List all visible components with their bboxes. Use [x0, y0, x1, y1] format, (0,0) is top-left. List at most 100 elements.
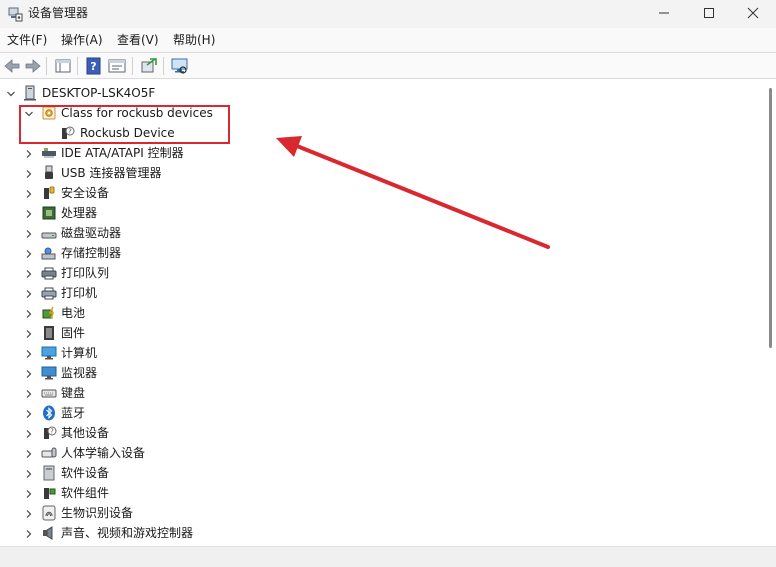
toolbar-separator — [46, 57, 47, 75]
chevron-right-icon[interactable] — [24, 188, 34, 198]
menu-bar: 文件(F) 操作(A) 查看(V) 帮助(H) — [0, 28, 776, 52]
category-label: 计算机 — [61, 346, 98, 360]
tree-category[interactable]: 监视器 — [0, 363, 760, 383]
chevron-right-icon[interactable] — [24, 368, 34, 378]
software-device-icon — [41, 465, 57, 481]
maximize-icon — [704, 8, 714, 18]
chevron-right-icon[interactable] — [24, 268, 34, 278]
category-label: USB 连接器管理器 — [61, 166, 162, 180]
print-queue-icon — [41, 265, 57, 281]
title-bar: 设备管理器 — [0, 0, 776, 28]
toolbar-separator — [77, 57, 78, 75]
tree-category[interactable]: 固件 — [0, 323, 760, 343]
chevron-right-icon[interactable] — [24, 468, 34, 478]
chevron-right-icon[interactable] — [24, 208, 34, 218]
tree-root[interactable]: DESKTOP-LSK4O5F — [0, 83, 760, 103]
tree-category[interactable]: 软件组件 — [0, 483, 760, 503]
chevron-right-icon[interactable] — [24, 388, 34, 398]
category-label: 键盘 — [61, 386, 86, 400]
help-icon: ? — [86, 57, 101, 75]
tree-category[interactable]: 键盘 — [0, 383, 760, 403]
tree-category[interactable]: 打印队列 — [0, 263, 760, 283]
category-label: 打印队列 — [61, 266, 110, 280]
close-button[interactable] — [730, 0, 776, 28]
properties-icon — [108, 59, 126, 73]
menu-file[interactable]: 文件(F) — [7, 32, 47, 48]
storage-controller-icon — [41, 245, 57, 261]
status-bar — [0, 546, 776, 567]
tree-category[interactable]: 声音、视频和游戏控制器 — [0, 523, 760, 543]
close-icon — [747, 7, 759, 19]
category-label: 软件设备 — [61, 466, 110, 480]
processor-icon — [41, 205, 57, 221]
chevron-right-icon[interactable] — [24, 148, 34, 158]
properties-button[interactable] — [107, 56, 127, 76]
chevron-right-icon[interactable] — [24, 488, 34, 498]
svg-text:?: ? — [90, 60, 96, 73]
computer-tower-icon — [22, 85, 38, 101]
bluetooth-icon — [41, 405, 57, 421]
tree-category[interactable]: 打印机 — [0, 283, 760, 303]
category-label: 生物识别设备 — [61, 506, 134, 520]
chevron-right-icon[interactable] — [24, 328, 34, 338]
chevron-right-icon[interactable] — [24, 308, 34, 318]
back-button[interactable] — [2, 56, 22, 76]
console-tree-icon — [55, 59, 71, 73]
chevron-right-icon[interactable] — [24, 428, 34, 438]
chevron-right-icon[interactable] — [24, 228, 34, 238]
root-computer-name: DESKTOP-LSK4O5F — [42, 86, 156, 100]
ide-controller-icon — [41, 145, 57, 161]
menu-view[interactable]: 查看(V) — [117, 32, 159, 48]
category-label: 磁盘驱动器 — [61, 226, 122, 240]
category-label: 蓝牙 — [61, 406, 86, 420]
chevron-right-icon[interactable] — [24, 288, 34, 298]
hid-icon — [41, 445, 57, 461]
chevron-right-icon[interactable] — [24, 248, 34, 258]
monitor-icon — [41, 365, 57, 381]
tree-category[interactable]: 蓝牙 — [0, 403, 760, 423]
tree-category[interactable]: ? 其他设备 — [0, 423, 760, 443]
software-component-icon — [41, 485, 57, 501]
chevron-right-icon[interactable] — [24, 348, 34, 358]
chevron-right-icon[interactable] — [24, 448, 34, 458]
other-devices-icon: ? — [41, 425, 57, 441]
minimize-button[interactable] — [641, 0, 687, 28]
tree-category[interactable]: 生物识别设备 — [0, 503, 760, 523]
maximize-button[interactable] — [686, 0, 732, 28]
menu-action[interactable]: 操作(A) — [61, 32, 103, 48]
battery-icon — [41, 305, 57, 321]
menu-help[interactable]: 帮助(H) — [173, 32, 215, 48]
update-driver-button[interactable] — [139, 56, 159, 76]
forward-arrow-icon — [25, 59, 41, 73]
show-hide-console-tree-button[interactable] — [53, 56, 73, 76]
category-label: IDE ATA/ATAPI 控制器 — [61, 146, 184, 160]
tree-category[interactable]: 计算机 — [0, 343, 760, 363]
category-label: 固件 — [61, 326, 86, 340]
chevron-down-icon[interactable] — [6, 88, 16, 98]
fingerprint-icon — [41, 505, 57, 521]
chevron-right-icon[interactable] — [24, 408, 34, 418]
scan-hardware-button[interactable] — [170, 56, 190, 76]
category-label: 处理器 — [61, 206, 98, 220]
vertical-scrollbar[interactable] — [766, 80, 776, 546]
keyboard-icon — [41, 385, 57, 401]
chevron-right-icon[interactable] — [24, 508, 34, 518]
update-driver-icon — [141, 58, 157, 73]
tree-category[interactable]: 电池 — [0, 303, 760, 323]
category-label: 安全设备 — [61, 186, 110, 200]
chevron-right-icon[interactable] — [24, 528, 34, 538]
window-title: 设备管理器 — [28, 6, 89, 20]
annotation-arrow-icon — [276, 136, 550, 249]
tree-category[interactable]: 人体学输入设备 — [0, 443, 760, 463]
category-label: 监视器 — [61, 366, 98, 380]
scrollbar-thumb[interactable] — [769, 88, 772, 348]
category-label: 人体学输入设备 — [61, 446, 146, 460]
chevron-right-icon[interactable] — [24, 168, 34, 178]
svg-text:?: ? — [50, 428, 54, 436]
help-button[interactable]: ? — [84, 56, 104, 76]
forward-button[interactable] — [23, 56, 43, 76]
tree-category[interactable]: 软件设备 — [0, 463, 760, 483]
scan-hardware-icon — [171, 58, 188, 74]
category-label: 其他设备 — [61, 426, 110, 440]
usb-connector-icon — [41, 165, 57, 181]
